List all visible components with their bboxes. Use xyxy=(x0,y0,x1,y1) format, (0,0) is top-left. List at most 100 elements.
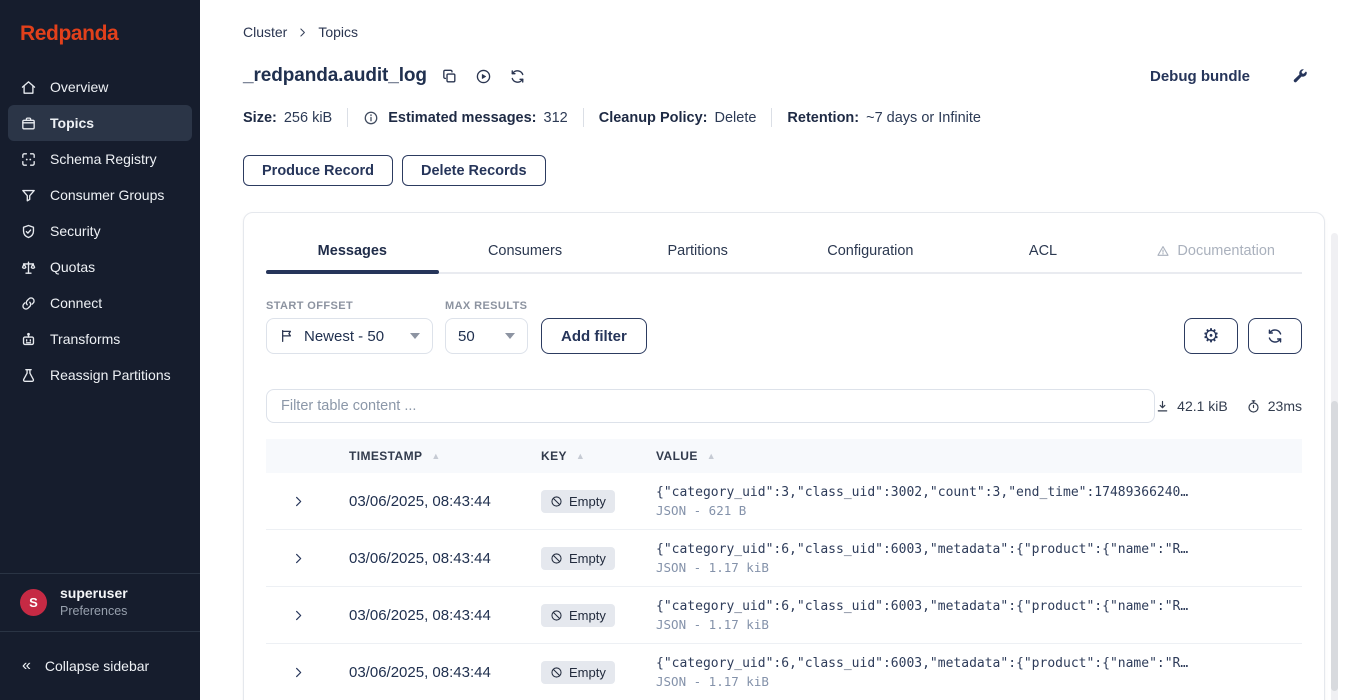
delete-records-button[interactable]: Delete Records xyxy=(402,155,546,186)
collapse-sidebar-button[interactable]: « Collapse sidebar xyxy=(0,632,200,700)
empty-key-badge: Empty xyxy=(541,547,615,570)
add-filter-button[interactable]: Add filter xyxy=(541,318,647,354)
copy-icon[interactable] xyxy=(441,68,458,85)
title-icons xyxy=(441,68,526,85)
stopwatch-icon xyxy=(1246,399,1261,414)
tabs-bar: Messages Consumers Partitions Configurat… xyxy=(266,213,1302,274)
redpanda-logo[interactable]: Redpanda xyxy=(20,22,180,46)
scales-icon xyxy=(20,259,37,276)
info-icon xyxy=(363,110,379,126)
sidebar-item-schema-registry[interactable]: Schema Registry xyxy=(8,141,192,177)
max-results-value: 50 xyxy=(458,328,475,345)
table-row: 03/06/2025, 08:43:44 Empty {"category_ui… xyxy=(266,473,1302,530)
tab-consumers[interactable]: Consumers xyxy=(439,238,612,272)
collapse-sidebar-label: Collapse sidebar xyxy=(45,658,149,674)
wrench-icon[interactable] xyxy=(1291,67,1309,85)
shield-check-icon xyxy=(20,223,37,240)
empty-key-badge: Empty xyxy=(541,661,615,684)
breadcrumb-cluster[interactable]: Cluster xyxy=(243,24,287,40)
expand-row-chevron-icon[interactable] xyxy=(291,608,306,623)
sidebar-item-topics[interactable]: Topics xyxy=(8,105,192,141)
table-row: 03/06/2025, 08:43:44 Empty {"category_ui… xyxy=(266,530,1302,587)
robot-icon xyxy=(20,331,37,348)
row-value[interactable]: {"category_uid":3,"class_uid":3002,"coun… xyxy=(646,485,1302,518)
expand-row-chevron-icon[interactable] xyxy=(291,494,306,509)
warning-icon xyxy=(1156,244,1170,258)
sidebar-item-overview[interactable]: Overview xyxy=(8,69,192,105)
breadcrumb: Cluster Topics xyxy=(243,24,1325,40)
avatar: S xyxy=(20,589,47,616)
row-key: Empty xyxy=(531,490,646,513)
sort-icon[interactable]: ▲ xyxy=(431,451,440,461)
stat-2: Cleanup Policy: Delete xyxy=(599,110,757,126)
table-body: 03/06/2025, 08:43:44 Empty {"category_ui… xyxy=(266,473,1302,700)
expand-row-chevron-icon[interactable] xyxy=(291,665,306,680)
sidebar-item-security[interactable]: Security xyxy=(8,213,192,249)
sidebar-item-label: Topics xyxy=(50,115,94,131)
max-results-select[interactable]: 50 xyxy=(445,318,528,354)
filter-table-input[interactable] xyxy=(266,389,1155,423)
column-header-timestamp[interactable]: TIMESTAMP▲ xyxy=(331,449,531,463)
elapsed-time: 23ms xyxy=(1268,398,1302,414)
row-value-meta: JSON - 621 B xyxy=(656,503,1302,518)
max-results-label: MAX RESULTS xyxy=(445,300,528,312)
row-timestamp: 03/06/2025, 08:43:44 xyxy=(331,607,531,624)
tab-messages[interactable]: Messages xyxy=(266,238,439,272)
sidebar-item-quotas[interactable]: Quotas xyxy=(8,249,192,285)
debug-bundle-link[interactable]: Debug bundle xyxy=(1150,68,1250,85)
breadcrumb-topics[interactable]: Topics xyxy=(318,24,358,40)
tab-partitions[interactable]: Partitions xyxy=(611,238,784,272)
scrollbar-thumb[interactable] xyxy=(1331,401,1338,691)
table-settings-button[interactable]: ⚙ xyxy=(1184,318,1238,354)
row-value[interactable]: {"category_uid":6,"class_uid":6003,"meta… xyxy=(646,599,1302,632)
row-key: Empty xyxy=(531,604,646,627)
sidebar-item-connect[interactable]: Connect xyxy=(8,285,192,321)
sidebar-item-reassign-partitions[interactable]: Reassign Partitions xyxy=(8,357,192,393)
sidebar-item-label: Schema Registry xyxy=(50,151,157,167)
row-value-meta: JSON - 1.17 kiB xyxy=(656,674,1302,689)
empty-key-badge: Empty xyxy=(541,604,615,627)
tab-configuration[interactable]: Configuration xyxy=(784,238,957,272)
row-timestamp: 03/06/2025, 08:43:44 xyxy=(331,550,531,567)
flag-icon xyxy=(279,328,295,344)
sort-icon[interactable]: ▲ xyxy=(707,451,716,461)
flask-icon xyxy=(20,367,37,384)
title-row: _redpanda.audit_log Debug bundle xyxy=(243,65,1325,87)
play-circle-icon[interactable] xyxy=(475,68,492,85)
table-row: 03/06/2025, 08:43:44 Empty {"category_ui… xyxy=(266,644,1302,700)
sidebar-item-label: Reassign Partitions xyxy=(50,367,171,383)
sidebar-spacer xyxy=(0,393,200,573)
refresh-messages-button[interactable] xyxy=(1248,318,1302,354)
sidebar-item-transforms[interactable]: Transforms xyxy=(8,321,192,357)
sidebar-nav: Overview Topics Schema Registry Consumer… xyxy=(0,69,200,393)
fetch-stats: 42.1 kiB 23ms xyxy=(1155,398,1302,414)
start-offset-select[interactable]: Newest - 50 xyxy=(266,318,433,354)
refresh-icon[interactable] xyxy=(509,68,526,85)
produce-record-button[interactable]: Produce Record xyxy=(243,155,393,186)
expand-row-chevron-icon[interactable] xyxy=(291,551,306,566)
tab-documentation[interactable]: Documentation xyxy=(1129,238,1302,272)
ban-icon xyxy=(550,666,563,679)
row-value-meta: JSON - 1.17 kiB xyxy=(656,560,1302,575)
link-icon xyxy=(20,295,37,312)
gear-icon: ⚙ xyxy=(1202,327,1219,346)
user-section[interactable]: S superuser Preferences xyxy=(0,574,200,631)
sort-icon[interactable]: ▲ xyxy=(576,451,585,461)
stat-divider xyxy=(583,108,584,127)
ban-icon xyxy=(550,552,563,565)
toolbar-right: ⚙ xyxy=(1184,318,1302,354)
preferences-link[interactable]: Preferences xyxy=(60,603,128,619)
row-key: Empty xyxy=(531,547,646,570)
row-value[interactable]: {"category_uid":6,"class_uid":6003,"meta… xyxy=(646,656,1302,689)
column-header-value[interactable]: VALUE▲ xyxy=(646,449,1302,463)
sidebar-item-consumer-groups[interactable]: Consumer Groups xyxy=(8,177,192,213)
messages-toolbar: START OFFSET Newest - 50 MAX RESULTS 50 … xyxy=(266,300,1302,354)
row-timestamp: 03/06/2025, 08:43:44 xyxy=(331,664,531,681)
empty-key-badge: Empty xyxy=(541,490,615,513)
row-value[interactable]: {"category_uid":6,"class_uid":6003,"meta… xyxy=(646,542,1302,575)
tab-acl[interactable]: ACL xyxy=(957,238,1130,272)
home-icon xyxy=(20,79,37,96)
page-title: _redpanda.audit_log xyxy=(243,65,427,87)
column-header-key[interactable]: KEY▲ xyxy=(531,449,646,463)
stat-1: Estimated messages: 312 xyxy=(363,110,568,126)
